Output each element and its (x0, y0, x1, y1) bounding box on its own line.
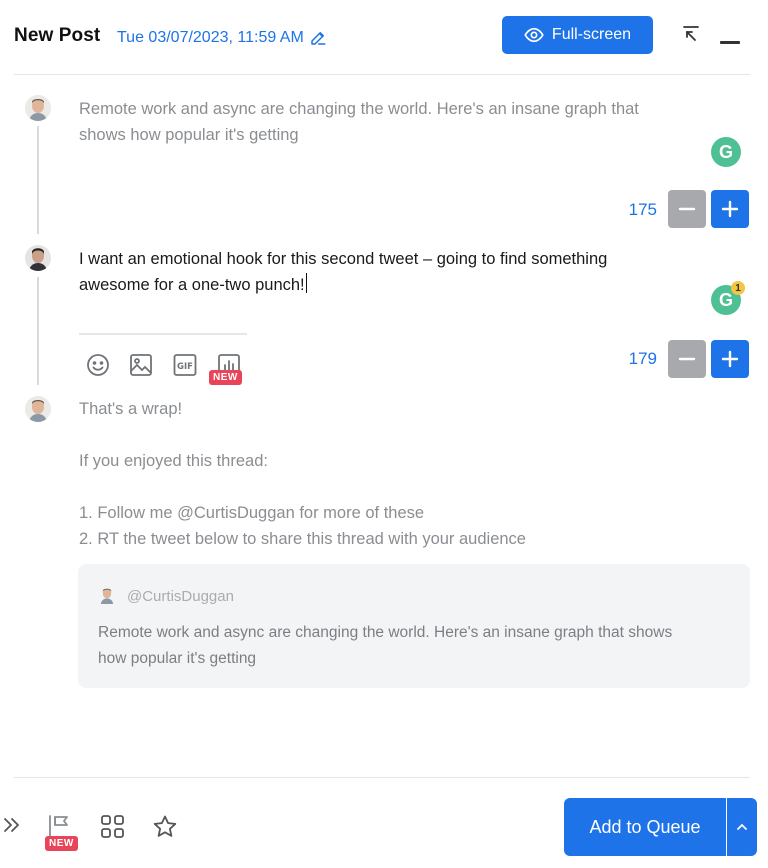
remove-post-button[interactable] (668, 190, 706, 228)
plus-icon (721, 200, 739, 218)
expand-chevrons-icon[interactable] (2, 815, 22, 840)
gif-icon[interactable]: GIF (172, 352, 198, 378)
plus-icon (721, 350, 739, 368)
grid-icon[interactable] (100, 814, 126, 845)
edit-pencil-icon[interactable] (309, 29, 327, 47)
add-post-button[interactable] (711, 340, 749, 378)
avatar (25, 95, 51, 121)
add-to-queue-button[interactable]: Add to Queue (564, 798, 726, 856)
quote-text: Remote work and async are changing the w… (98, 624, 673, 667)
footer-divider (14, 777, 750, 778)
composer-header: New Post Tue 03/07/2023, 11:59 AM Full-s… (0, 0, 768, 74)
thread-connector (37, 126, 39, 234)
image-icon[interactable] (128, 352, 154, 378)
avatar (25, 245, 51, 271)
svg-text:GIF: GIF (177, 362, 193, 372)
quote-handle: @CurtisDuggan (127, 588, 234, 605)
char-counter: 179 (628, 349, 657, 368)
fullscreen-label: Full-screen (551, 26, 632, 43)
header-divider (14, 74, 750, 75)
eye-icon (524, 27, 544, 43)
grammarly-alert-badge: 1 (731, 281, 745, 295)
minus-icon (678, 357, 696, 361)
fullscreen-button[interactable]: Full-screen (502, 16, 653, 54)
post-text[interactable]: Remote work and async are changing the w… (79, 96, 639, 148)
add-post-button[interactable] (711, 190, 749, 228)
remove-post-button[interactable] (668, 340, 706, 378)
editor-divider (79, 333, 247, 335)
post-text[interactable]: That's a wrap! If you enjoyed this threa… (79, 396, 526, 552)
post-text-editing[interactable]: I want an emotional hook for this second… (79, 246, 607, 298)
grammarly-icon[interactable]: G (711, 137, 741, 167)
minimize-icon[interactable] (720, 41, 740, 44)
collapse-arrow-icon[interactable] (681, 24, 701, 44)
grammarly-icon[interactable]: G 1 (711, 281, 745, 315)
queue-options-dropdown[interactable] (727, 798, 757, 856)
chevron-up-icon (737, 823, 747, 830)
new-badge: NEW (45, 836, 78, 851)
char-counter: 175 (628, 200, 657, 219)
thread-connector (37, 277, 39, 385)
page-title: New Post (14, 25, 101, 46)
avatar (25, 396, 51, 422)
text-cursor (305, 273, 307, 293)
minus-icon (678, 207, 696, 211)
emoji-icon[interactable] (85, 352, 111, 378)
new-badge: NEW (209, 370, 242, 385)
quoted-tweet-card[interactable]: @CurtisDuggan Remote work and async are … (78, 564, 750, 688)
quote-avatar (98, 586, 116, 604)
schedule-datetime[interactable]: Tue 03/07/2023, 11:59 AM (117, 29, 304, 47)
star-icon[interactable] (152, 814, 178, 845)
